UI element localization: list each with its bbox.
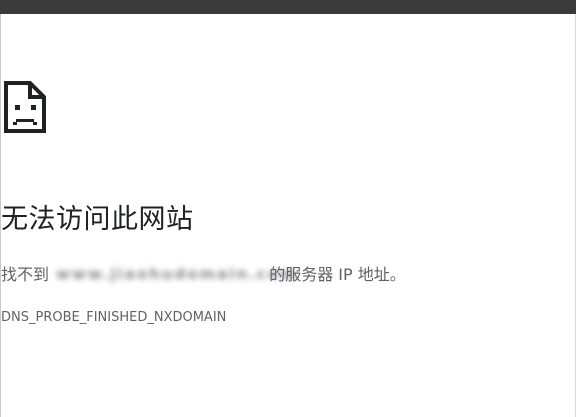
sad-page-icon	[4, 81, 46, 133]
error-message: 找不到 www.jiaohudomain.com 的服务器 IP 地址。	[1, 261, 406, 285]
message-prefix: 找不到	[1, 265, 50, 284]
redacted-domain-text: www.jiaohudomain.com	[56, 265, 298, 283]
error-page: 无法访问此网站 找不到 www.jiaohudomain.com 的服务器 IP…	[0, 0, 576, 417]
redacted-domain: www.jiaohudomain.com	[56, 265, 298, 283]
error-code: DNS_PROBE_FINISHED_NXDOMAIN	[1, 310, 227, 325]
page-title: 无法访问此网站	[1, 204, 194, 235]
